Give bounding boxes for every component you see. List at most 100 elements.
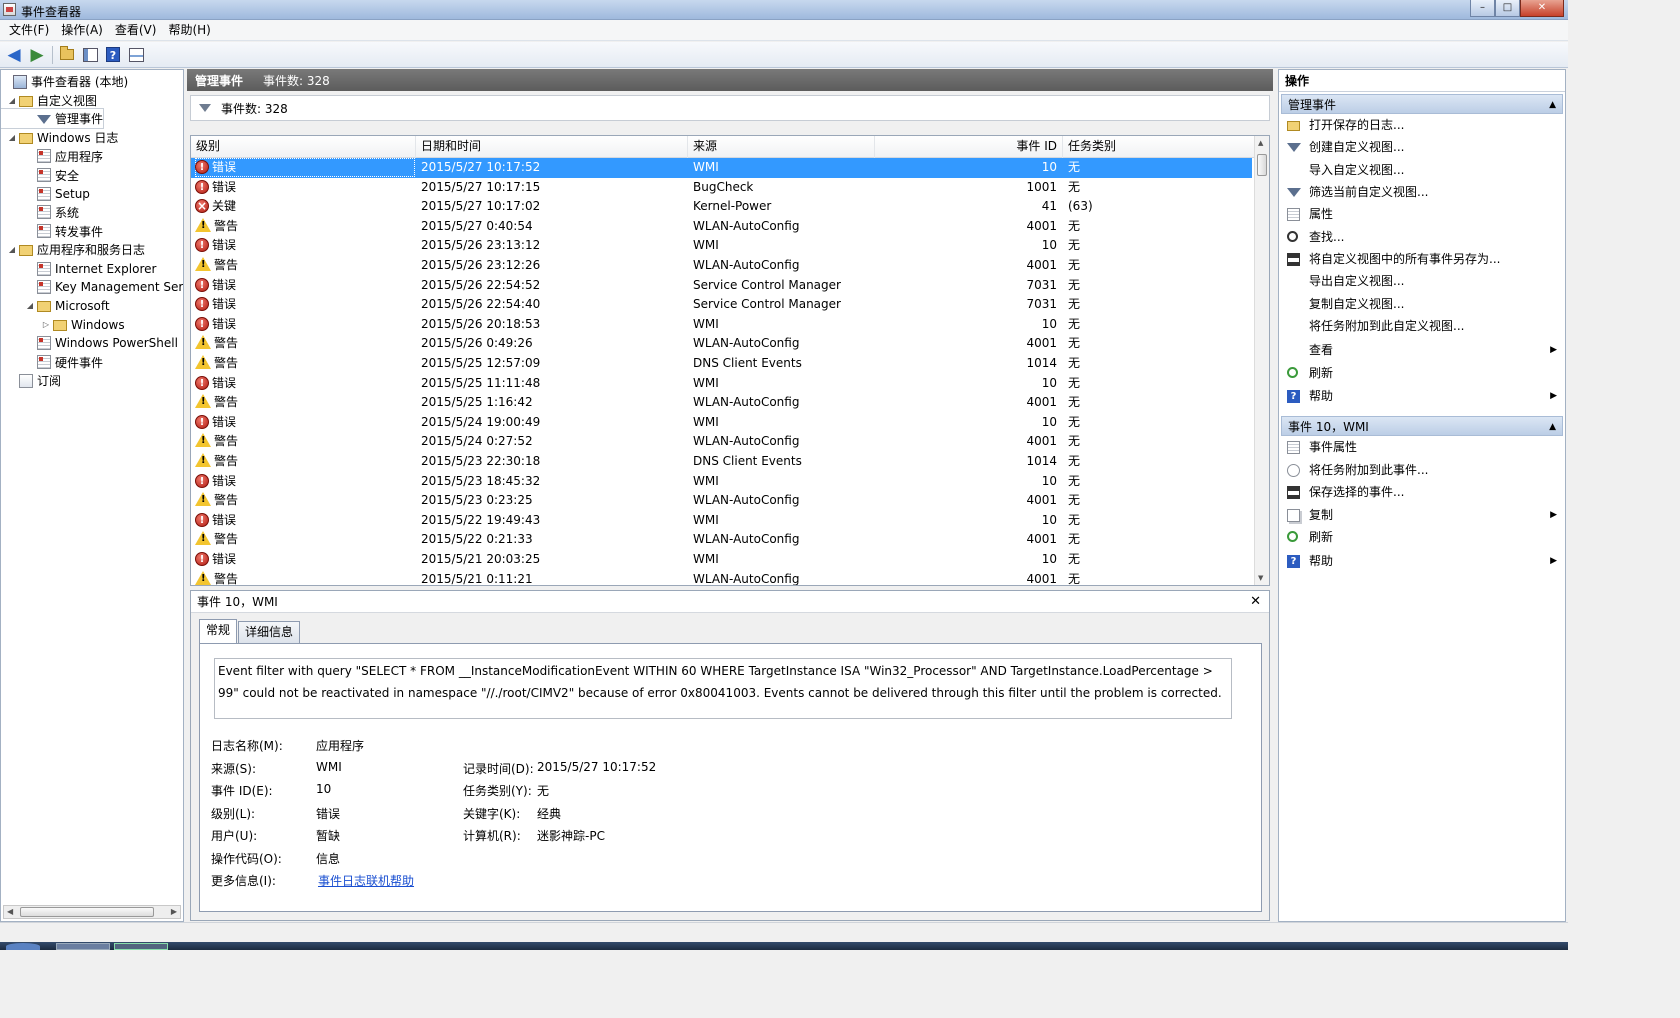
- event-description[interactable]: Event filter with query "SELECT * FROM _…: [214, 658, 1232, 719]
- table-row[interactable]: 错误 2015/5/23 18:45:32 WMI 10 无: [191, 472, 1252, 492]
- table-row[interactable]: 错误 2015/5/21 20:03:25 WMI 10 无: [191, 550, 1252, 570]
- action-item[interactable]: 创建自定义视图...: [1281, 137, 1563, 158]
- table-row[interactable]: 警告 2015/5/21 0:11:21 WLAN-AutoConfig 400…: [191, 570, 1252, 585]
- scroll-left-icon[interactable]: ◀: [7, 906, 13, 918]
- scroll-thumb[interactable]: [20, 907, 154, 917]
- tree-horizontal-scrollbar[interactable]: ◀ ▶: [3, 905, 181, 919]
- action-item[interactable]: 查看 ▶: [1281, 340, 1563, 361]
- show-tree-button[interactable]: [79, 44, 101, 66]
- start-button[interactable]: [6, 943, 40, 950]
- menu-view[interactable]: 查看(V): [109, 20, 163, 40]
- action-item[interactable]: ? 帮助 ▶: [1281, 386, 1563, 407]
- tree-item[interactable]: Setup: [1, 184, 90, 203]
- collapse-icon[interactable]: ▲: [1549, 417, 1556, 437]
- action-item[interactable]: 将任务附加到此事件...: [1281, 460, 1563, 481]
- minimize-button[interactable]: –: [1470, 0, 1495, 17]
- taskbar-item[interactable]: [56, 943, 110, 950]
- table-row[interactable]: 警告 2015/5/27 0:40:54 WLAN-AutoConfig 400…: [191, 217, 1252, 237]
- action-item[interactable]: 事件属性: [1281, 437, 1563, 458]
- action-item[interactable]: 刷新: [1281, 527, 1563, 548]
- tree-item[interactable]: Key Management Serv: [1, 278, 183, 297]
- tree-item[interactable]: 事件查看器 (本地): [1, 72, 128, 91]
- table-row[interactable]: 错误 2015/5/27 10:17:15 BugCheck 1001 无: [191, 178, 1252, 198]
- table-row[interactable]: 错误 2015/5/26 23:13:12 WMI 10 无: [191, 236, 1252, 256]
- tree-item[interactable]: 应用程序: [1, 147, 103, 166]
- forward-button[interactable]: ▶: [26, 44, 48, 66]
- table-row[interactable]: 警告 2015/5/25 1:16:42 WLAN-AutoConfig 400…: [191, 393, 1252, 413]
- tree-item[interactable]: ◢ 自定义视图: [1, 91, 97, 110]
- table-row[interactable]: 错误 2015/5/25 11:11:48 WMI 10 无: [191, 374, 1252, 394]
- tree-item[interactable]: 系统: [1, 203, 79, 222]
- action-item[interactable]: 将自定义视图中的所有事件另存为...: [1281, 249, 1563, 270]
- tree-item[interactable]: Internet Explorer: [1, 259, 156, 278]
- action-item[interactable]: 打开保存的日志...: [1281, 115, 1563, 136]
- help-button[interactable]: ?: [102, 44, 124, 66]
- action-item[interactable]: 导入自定义视图...: [1281, 160, 1563, 181]
- scroll-up-icon[interactable]: ▲: [1258, 139, 1263, 147]
- tree-item[interactable]: 转发事件: [1, 222, 103, 241]
- tree-item[interactable]: Windows PowerShell: [1, 334, 178, 353]
- table-row[interactable]: 错误 2015/5/22 19:49:43 WMI 10 无: [191, 511, 1252, 531]
- up-folder-button[interactable]: [56, 44, 78, 66]
- table-row[interactable]: 错误 2015/5/26 22:54:52 Service Control Ma…: [191, 276, 1252, 296]
- actions-section-header[interactable]: 事件 10，WMI ▲: [1281, 416, 1563, 436]
- tab-general[interactable]: 常规: [199, 619, 238, 643]
- tree-item[interactable]: 订阅: [1, 371, 61, 390]
- maximize-button[interactable]: □: [1495, 0, 1520, 17]
- menu-help[interactable]: 帮助(H): [162, 20, 216, 40]
- tree-item[interactable]: ◢ Microsoft: [1, 296, 110, 315]
- table-row[interactable]: 错误 2015/5/27 10:17:52 WMI 10 无: [191, 158, 1252, 178]
- taskbar-item[interactable]: [114, 943, 168, 950]
- tree-item[interactable]: 安全: [1, 166, 79, 185]
- col-task-category[interactable]: 任务类别: [1063, 136, 1255, 158]
- col-level[interactable]: 级别: [191, 136, 416, 158]
- online-help-link[interactable]: 事件日志联机帮助: [318, 872, 414, 889]
- tree-item[interactable]: ▷ Windows: [1, 315, 125, 334]
- expand-toggle-icon[interactable]: ◢: [7, 245, 17, 254]
- scroll-right-icon[interactable]: ▶: [171, 906, 177, 918]
- table-row[interactable]: 警告 2015/5/24 0:27:52 WLAN-AutoConfig 400…: [191, 432, 1252, 452]
- action-item[interactable]: 复制自定义视图...: [1281, 294, 1563, 315]
- menu-action[interactable]: 操作(A): [55, 20, 109, 40]
- collapse-icon[interactable]: ▲: [1549, 95, 1556, 115]
- action-item[interactable]: 导出自定义视图...: [1281, 271, 1563, 292]
- expand-toggle-icon[interactable]: ◢: [7, 133, 17, 142]
- menu-file[interactable]: 文件(F): [3, 20, 55, 40]
- tree-item[interactable]: ◢ 应用程序和服务日志: [1, 240, 145, 259]
- table-row[interactable]: 警告 2015/5/23 0:23:25 WLAN-AutoConfig 400…: [191, 491, 1252, 511]
- grid-vertical-scrollbar[interactable]: ▲ ▼: [1254, 136, 1269, 585]
- table-row[interactable]: 错误 2015/5/26 20:18:53 WMI 10 无: [191, 315, 1252, 335]
- tree-item[interactable]: 管理事件: [1, 108, 105, 130]
- action-item[interactable]: 查找...: [1281, 227, 1563, 248]
- table-row[interactable]: 警告 2015/5/22 0:21:33 WLAN-AutoConfig 400…: [191, 530, 1252, 550]
- table-row[interactable]: 错误 2015/5/26 22:54:40 Service Control Ma…: [191, 295, 1252, 315]
- back-button[interactable]: ◀: [3, 44, 25, 66]
- table-row[interactable]: 关键 2015/5/27 10:17:02 Kernel-Power 41 (6…: [191, 197, 1252, 217]
- action-item[interactable]: 复制 ▶: [1281, 505, 1563, 526]
- table-row[interactable]: 警告 2015/5/26 0:49:26 WLAN-AutoConfig 400…: [191, 334, 1252, 354]
- action-item[interactable]: 属性: [1281, 204, 1563, 225]
- scroll-thumb[interactable]: [1257, 154, 1267, 176]
- action-item[interactable]: 保存选择的事件...: [1281, 482, 1563, 503]
- tree-item[interactable]: ◢ Windows 日志: [1, 128, 118, 147]
- table-row[interactable]: 警告 2015/5/23 22:30:18 DNS Client Events …: [191, 452, 1252, 472]
- show-action-pane-button[interactable]: [125, 44, 147, 66]
- action-item[interactable]: 筛选当前自定义视图...: [1281, 182, 1563, 203]
- close-button[interactable]: ✕: [1520, 0, 1564, 17]
- action-item[interactable]: ? 帮助 ▶: [1281, 551, 1563, 572]
- expand-toggle-icon[interactable]: ◢: [25, 301, 35, 310]
- expand-toggle-icon[interactable]: ◢: [7, 96, 17, 105]
- col-event-id[interactable]: 事件 ID: [875, 136, 1063, 158]
- table-row[interactable]: 错误 2015/5/24 19:00:49 WMI 10 无: [191, 413, 1252, 433]
- detail-close-icon[interactable]: ✕: [1250, 591, 1261, 613]
- actions-section-header[interactable]: 管理事件 ▲: [1281, 94, 1563, 114]
- table-row[interactable]: 警告 2015/5/26 23:12:26 WLAN-AutoConfig 40…: [191, 256, 1252, 276]
- tree-item[interactable]: 硬件事件: [1, 353, 103, 372]
- table-row[interactable]: 警告 2015/5/25 12:57:09 DNS Client Events …: [191, 354, 1252, 374]
- expand-toggle-icon[interactable]: ▷: [41, 320, 51, 329]
- col-source[interactable]: 来源: [688, 136, 875, 158]
- tab-details[interactable]: 详细信息: [238, 621, 301, 643]
- scroll-down-icon[interactable]: ▼: [1258, 574, 1263, 582]
- action-item[interactable]: 将任务附加到此自定义视图...: [1281, 316, 1563, 337]
- col-datetime[interactable]: 日期和时间: [416, 136, 688, 158]
